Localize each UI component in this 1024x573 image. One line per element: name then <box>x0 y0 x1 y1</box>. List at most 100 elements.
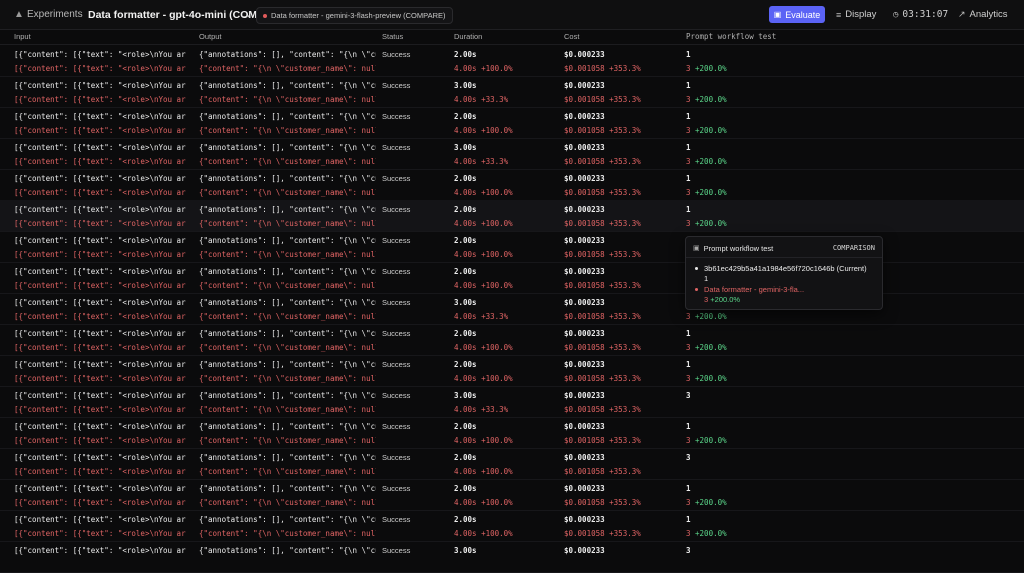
cost-compare-cell: $0.001058 +353.3% <box>564 64 641 73</box>
cost-compare-cell: $0.001058 +353.3% <box>564 374 641 383</box>
prompt-workflow-cell: 1 <box>686 360 691 369</box>
table-row[interactable]: [{"content": [{"text": "<role>\nYou are … <box>0 324 1024 356</box>
prompt-workflow-compare-cell: 3 +200.0% <box>686 95 806 104</box>
prompt-workflow-compare-cell: 3 +200.0% <box>686 219 806 228</box>
column-header-input[interactable]: Input <box>14 29 31 44</box>
flask-icon: ▲ <box>14 9 24 20</box>
prompt-workflow-cell: 1 <box>686 50 691 59</box>
duration-cell: 2.00s <box>454 174 477 183</box>
prompt-workflow-compare-delta: +200.0% <box>695 157 727 166</box>
prompt-workflow-compare-value: 3 <box>686 126 691 135</box>
cost-cell: $0.000233 <box>564 267 605 276</box>
prompt-workflow-compare-cell: 3 +200.0% <box>686 312 806 321</box>
table-row[interactable]: [{"content": [{"text": "<role>\nYou are … <box>0 76 1024 108</box>
duration-cell: 3.00s <box>454 143 477 152</box>
output-compare-cell: {"content": "{\n \"customer_name\": null… <box>199 95 376 104</box>
duration-compare-cell: 4.00s +100.0% <box>454 374 513 383</box>
duration-compare-cell: 4.00s +100.0% <box>454 343 513 352</box>
input-cell: [{"content": [{"text": "<role>\nYou are … <box>14 484 186 493</box>
status-cell: Success <box>382 298 411 307</box>
prompt-workflow-cell: 3 <box>686 391 691 400</box>
column-header-status[interactable]: Status <box>382 29 403 44</box>
duration-compare-cell: 4.00s +100.0% <box>454 219 513 228</box>
clock-icon: ◷ <box>893 9 899 20</box>
compare-dot-icon <box>263 13 267 18</box>
cost-compare-cell: $0.001058 +353.3% <box>564 250 641 259</box>
duration-cell: 2.00s <box>454 422 477 431</box>
input-compare-cell: [{"content": [{"text": "<role>\nYou are … <box>14 498 186 507</box>
sliders-icon: ≡ <box>836 9 842 20</box>
table-row[interactable]: [{"content": [{"text": "<role>\nYou are … <box>0 45 1024 77</box>
output-cell: {"annotations": [], "content": "{\n \"cu… <box>199 391 376 400</box>
cost-compare-cell: $0.001058 +353.3% <box>564 281 641 290</box>
evaluate-label: Evaluate <box>785 9 821 20</box>
input-compare-cell: [{"content": [{"text": "<role>\nYou are … <box>14 250 186 259</box>
output-compare-cell: {"content": "{\n \"customer_name\": null… <box>199 157 376 166</box>
prompt-workflow-compare-value: 3 <box>686 219 691 228</box>
table-row[interactable]: [{"content": [{"text": "<role>\nYou are … <box>0 107 1024 139</box>
prompt-workflow-compare-value: 3 <box>686 529 691 538</box>
analytics-label: Analytics <box>969 9 1008 20</box>
cost-compare-cell: $0.001058 +353.3% <box>564 498 641 507</box>
status-cell: Success <box>382 236 411 245</box>
table-row[interactable]: [{"content": [{"text": "<role>\nYou are … <box>0 417 1024 449</box>
input-cell: [{"content": [{"text": "<role>\nYou are … <box>14 267 186 276</box>
evaluate-button[interactable]: ▣ Evaluate <box>769 6 825 23</box>
output-cell: {"annotations": [], "content": "{\n \"cu… <box>199 267 376 276</box>
trend-icon: ↗ <box>958 9 966 19</box>
page-title: Data formatter - gpt-4o-mini (COMP <box>88 8 265 21</box>
table-row[interactable]: [{"content": [{"text": "<role>\nYou are … <box>0 386 1024 418</box>
input-compare-cell: [{"content": [{"text": "<role>\nYou are … <box>14 312 186 321</box>
tooltip-current-value: 1 <box>704 274 709 283</box>
table-row[interactable]: [{"content": [{"text": "<role>\nYou are … <box>0 355 1024 387</box>
output-compare-cell: {"content": "{\n \"customer_name\": null… <box>199 126 376 135</box>
input-cell: [{"content": [{"text": "<role>\nYou are … <box>14 391 186 400</box>
status-cell: Success <box>382 174 411 183</box>
input-compare-cell: [{"content": [{"text": "<role>\nYou are … <box>14 64 186 73</box>
table-row[interactable]: [{"content": [{"text": "<role>\nYou are … <box>0 169 1024 201</box>
prompt-workflow-compare-value: 3 <box>686 312 691 321</box>
status-cell: Success <box>382 267 411 276</box>
output-cell: {"annotations": [], "content": "{\n \"cu… <box>199 329 376 338</box>
prompt-workflow-compare-value: 3 <box>686 188 691 197</box>
duration-compare-cell: 4.00s +100.0% <box>454 250 513 259</box>
table-row[interactable]: [{"content": [{"text": "<role>\nYou are … <box>0 479 1024 511</box>
column-header-prompt-workflow[interactable]: Prompt workflow test <box>686 29 776 44</box>
analytics-button[interactable]: ↗ Analytics <box>958 0 1008 29</box>
output-cell: {"annotations": [], "content": "{\n \"cu… <box>199 484 376 493</box>
prompt-workflow-compare-cell: 3 +200.0% <box>686 64 806 73</box>
table-row[interactable]: [{"content": [{"text": "<role>\nYou are … <box>0 541 1024 573</box>
column-header-duration[interactable]: Duration <box>454 29 482 44</box>
input-compare-cell: [{"content": [{"text": "<role>\nYou are … <box>14 95 186 104</box>
duration-cell: 2.00s <box>454 205 477 214</box>
output-compare-cell: {"content": "{\n \"customer_name\": null… <box>199 436 376 445</box>
output-compare-cell: {"content": "{\n \"customer_name\": null… <box>199 188 376 197</box>
prompt-workflow-compare-cell: 3 +200.0% <box>686 126 806 135</box>
duration-compare-cell: 4.00s +100.0% <box>454 64 513 73</box>
top-bar: ▲ Experiments Data formatter - gpt-4o-mi… <box>0 0 1024 30</box>
score-icon: ▣ <box>693 245 700 252</box>
display-button[interactable]: ≡ Display <box>836 0 876 29</box>
cost-cell: $0.000233 <box>564 205 605 214</box>
prompt-workflow-cell: 1 <box>686 329 691 338</box>
table-row[interactable]: [{"content": [{"text": "<role>\nYou are … <box>0 200 1024 232</box>
timer[interactable]: ◷ 03:31:07 <box>893 0 948 29</box>
output-cell: {"annotations": [], "content": "{\n \"cu… <box>199 422 376 431</box>
tooltip-compare-delta: +200.0% <box>710 295 741 304</box>
column-header-output[interactable]: Output <box>199 29 222 44</box>
input-compare-cell: [{"content": [{"text": "<role>\nYou are … <box>14 281 186 290</box>
output-compare-cell: {"content": "{\n \"customer_name\": null… <box>199 529 376 538</box>
input-compare-cell: [{"content": [{"text": "<role>\nYou are … <box>14 157 186 166</box>
compare-experiment-chip[interactable]: Data formatter - gemini-3-flash-preview … <box>256 7 453 24</box>
table-row[interactable]: [{"content": [{"text": "<role>\nYou are … <box>0 510 1024 542</box>
table-row[interactable]: [{"content": [{"text": "<role>\nYou are … <box>0 138 1024 170</box>
prompt-workflow-compare-delta: +200.0% <box>695 188 727 197</box>
table-row[interactable]: [{"content": [{"text": "<role>\nYou are … <box>0 448 1024 480</box>
duration-cell: 2.00s <box>454 360 477 369</box>
input-compare-cell: [{"content": [{"text": "<role>\nYou are … <box>14 436 186 445</box>
breadcrumb-experiments[interactable]: Experiments <box>27 0 83 29</box>
status-cell: Success <box>382 484 411 493</box>
cost-compare-cell: $0.001058 +353.3% <box>564 219 641 228</box>
column-header-cost[interactable]: Cost <box>564 29 579 44</box>
cost-compare-cell: $0.001058 +353.3% <box>564 467 641 476</box>
